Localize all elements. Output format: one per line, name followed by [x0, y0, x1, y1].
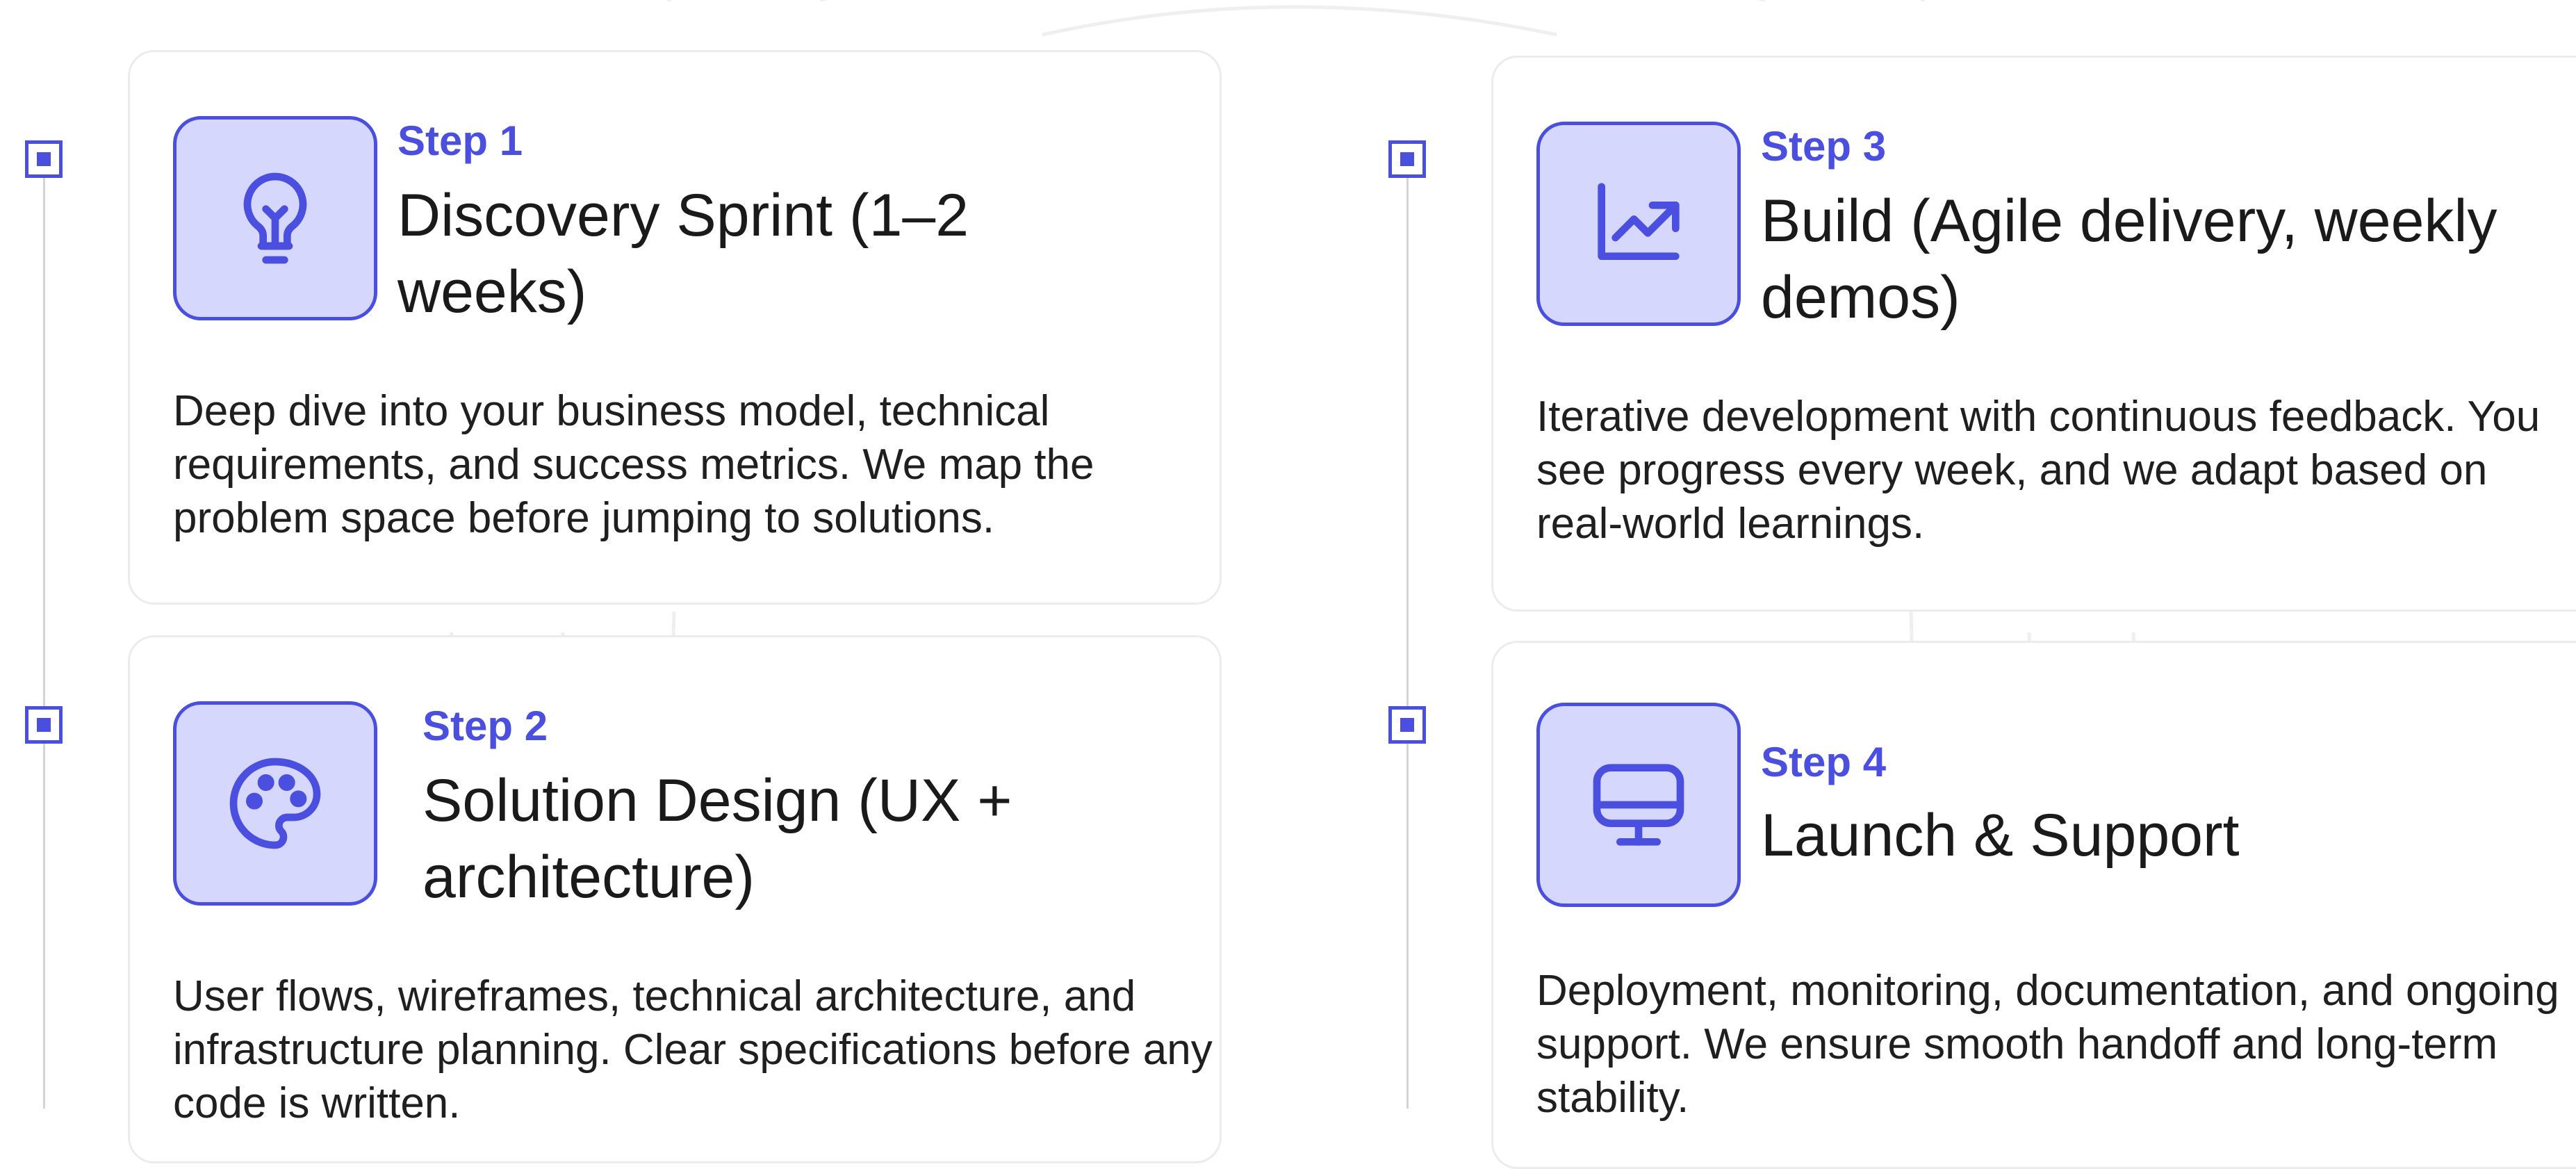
step-3-label: Step 3	[1761, 123, 1887, 170]
step-4-icon-box	[1536, 703, 1741, 907]
step-card-2: Step 2 Solution Design (UX + architectur…	[128, 635, 1222, 1163]
step-card-3: Step 3 Build (Agile delivery, weekly dem…	[1491, 56, 2576, 612]
palette-icon	[229, 758, 321, 849]
step-3-marker	[1388, 140, 1426, 178]
step-1-title: Discovery Sprint (1–2 weeks)	[397, 182, 969, 325]
step-4-title: Launch & Support	[1761, 802, 2240, 869]
step-1-icon-box	[173, 116, 377, 320]
step-3-description: Iterative development with continuous fe…	[1536, 393, 2541, 548]
step-1-label: Step 1	[397, 117, 523, 164]
step-2-title: Solution Design (UX + architecture)	[423, 767, 1012, 910]
timeline-line-right	[1406, 177, 1409, 1109]
step-2-marker	[25, 706, 63, 744]
step-4-label: Step 4	[1761, 739, 1887, 785]
trending-chart-icon	[1598, 183, 1680, 260]
step-2-icon-box	[173, 701, 377, 906]
step-4-description: Deployment, monitoring, documentation, a…	[1536, 967, 2559, 1122]
step-3-icon-box	[1536, 122, 1741, 326]
step-1-marker	[25, 140, 63, 178]
step-4-marker	[1388, 706, 1426, 744]
step-card-1: Step 1 Discovery Sprint (1–2 weeks) Deep…	[128, 50, 1222, 605]
monitor-icon	[1593, 764, 1684, 846]
lightbulb-icon	[243, 172, 307, 264]
step-3-title: Build (Agile delivery, weekly demos)	[1761, 188, 2497, 331]
step-2-label: Step 2	[423, 703, 548, 749]
step-1-description: Deep dive into your business model, tech…	[173, 387, 1094, 542]
step-2-description: User flows, wireframes, technical archit…	[173, 972, 1213, 1127]
step-card-4: Step 4 Launch & Support Deployment, moni…	[1491, 641, 2576, 1169]
timeline-line-left	[43, 177, 45, 1109]
